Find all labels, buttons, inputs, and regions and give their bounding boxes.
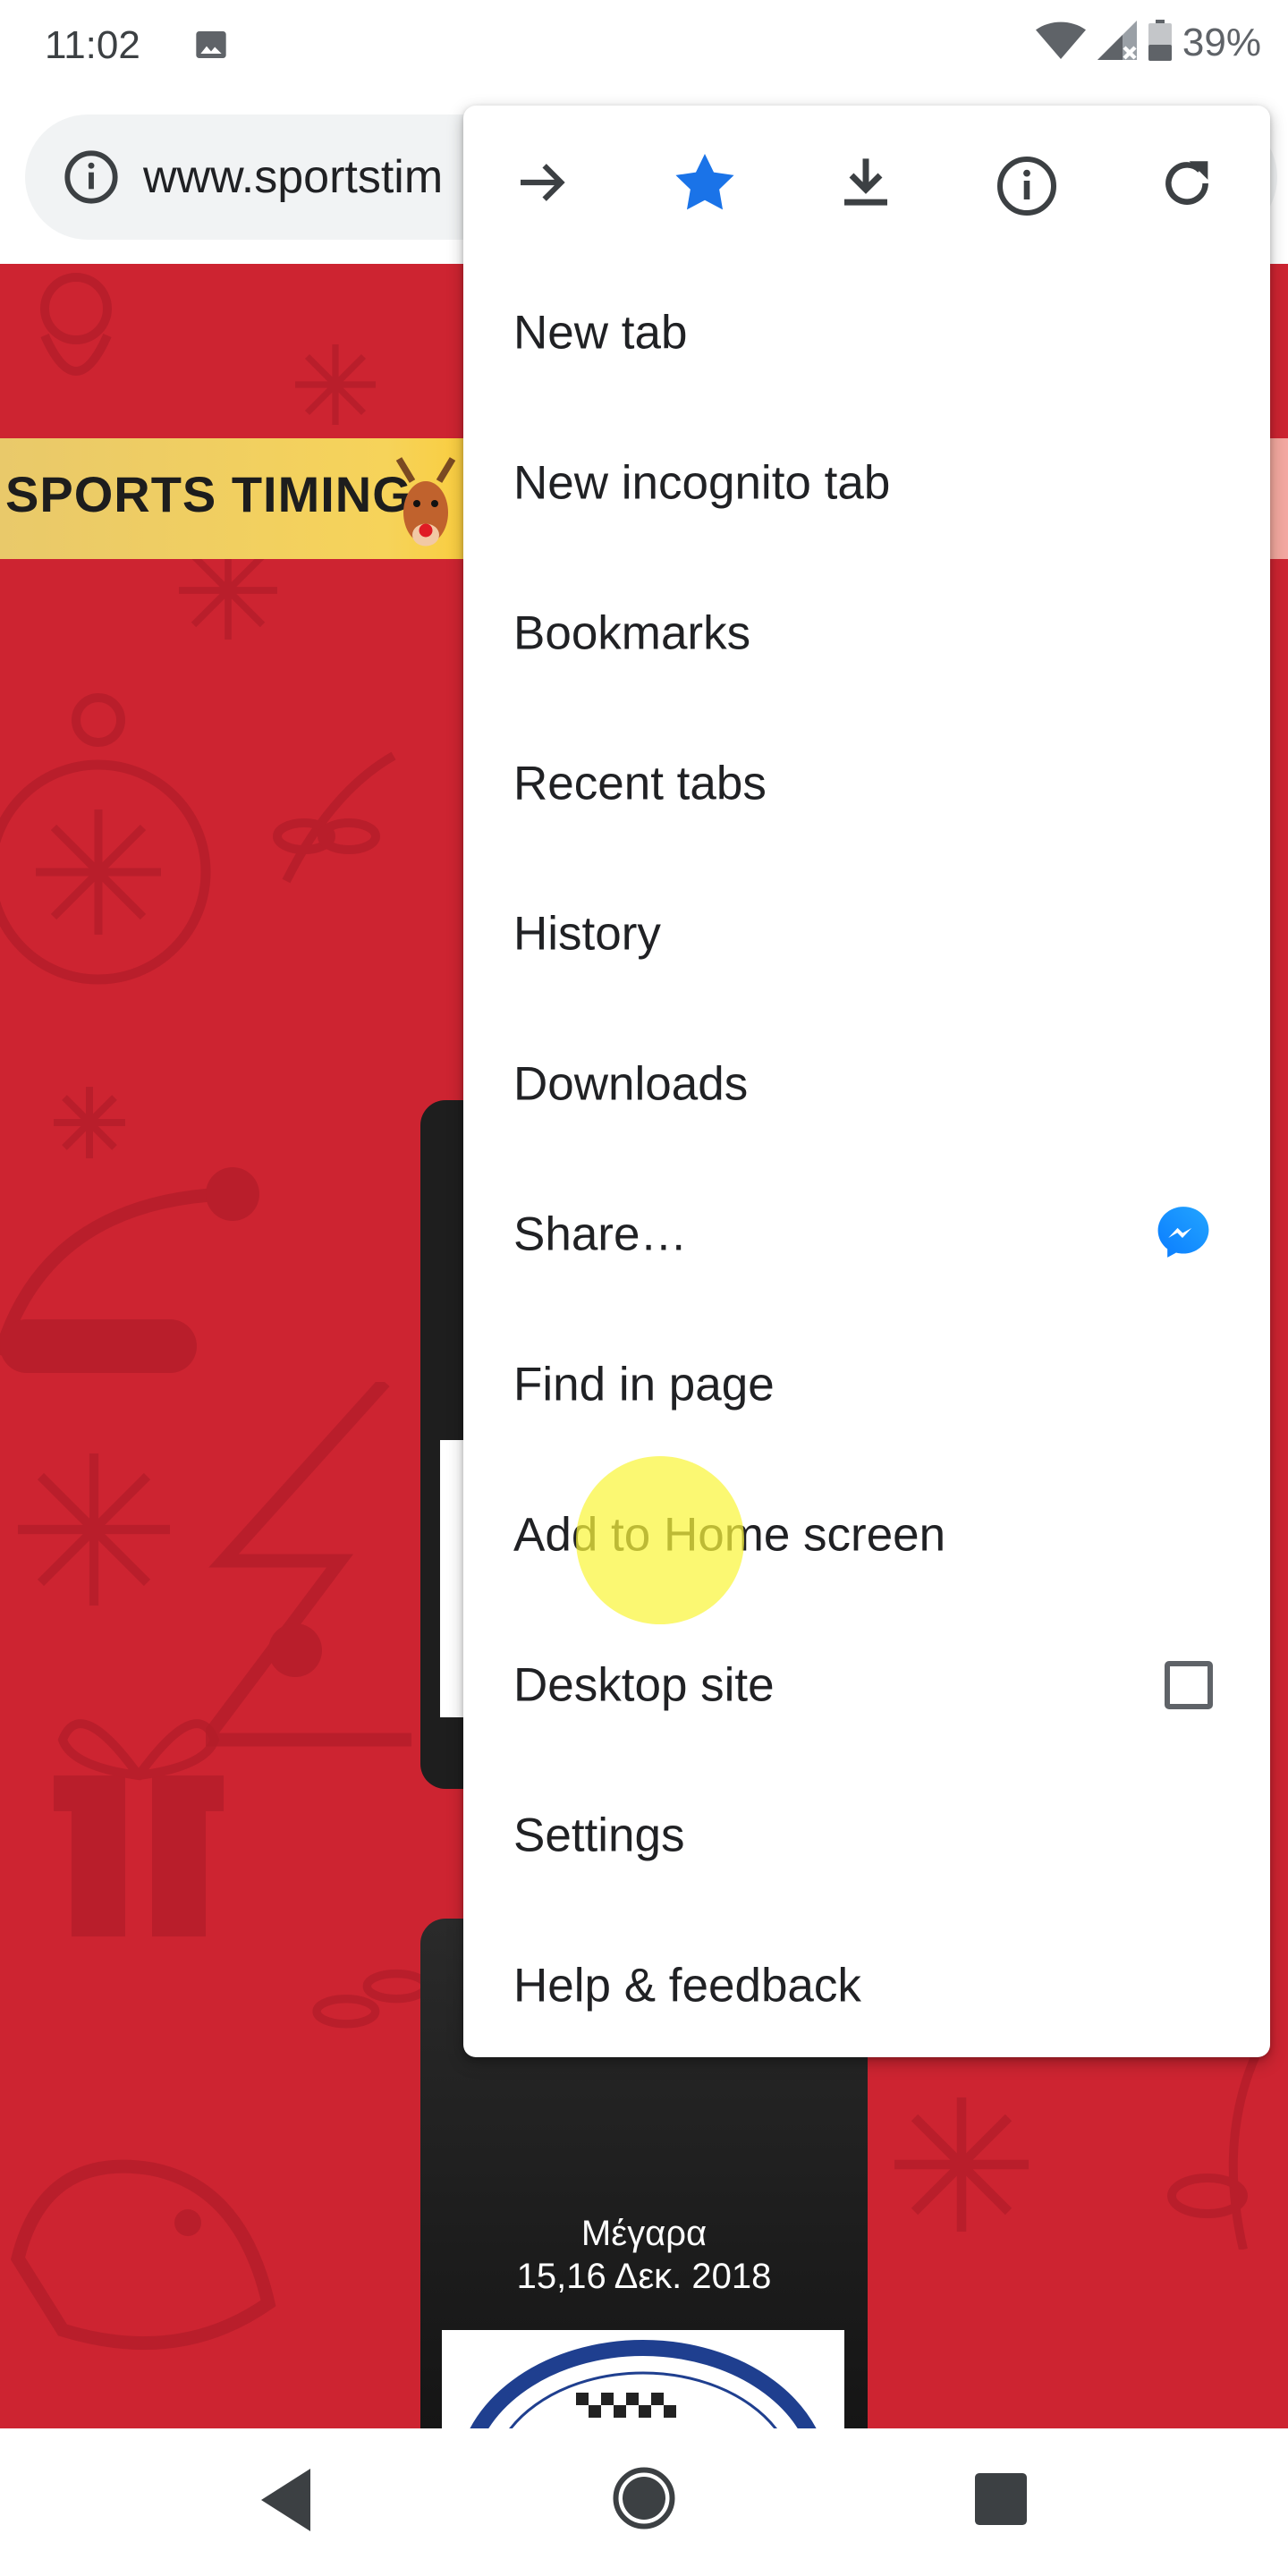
tree-decoration-icon: [192, 1377, 411, 1852]
menu-item-find-in-page[interactable]: Find in page: [463, 1309, 1270, 1460]
download-icon[interactable]: [837, 154, 894, 216]
menu-item-label: Downloads: [513, 1057, 749, 1111]
santa-hat-decoration-icon: [0, 1158, 268, 1377]
menu-item-add-to-home-screen[interactable]: Add to Home screen: [463, 1460, 1270, 1610]
event-date: 15,16 Δεκ. 2018: [516, 2257, 772, 2296]
messenger-icon[interactable]: [1156, 1205, 1211, 1265]
menu-item-label: History: [513, 907, 661, 961]
menu-item-label: Settings: [513, 1809, 685, 1862]
menu-item-desktop-site[interactable]: Desktop site: [463, 1610, 1270, 1760]
status-bar: 11:02 39%: [0, 0, 1288, 89]
forward-icon[interactable]: [513, 154, 571, 216]
home-nav-icon[interactable]: [612, 2466, 676, 2535]
mistletoe-decoration-icon: [1127, 2041, 1279, 2254]
status-indicators: 39%: [1035, 20, 1261, 65]
status-time: 11:02: [45, 23, 140, 67]
ornament-decoration-icon: [0, 693, 224, 1002]
menu-item-label: Bookmarks: [513, 606, 751, 660]
site-info-icon[interactable]: [63, 148, 120, 210]
menu-item-label: Desktop site: [513, 1658, 775, 1712]
browser-overflow-menu: New tab New incognito tab Bookmarks Rece…: [463, 106, 1270, 2057]
menu-item-label: Recent tabs: [513, 757, 767, 810]
snowflake-decoration-icon: [295, 344, 376, 429]
battery-percentage: 39%: [1182, 20, 1261, 64]
battery-icon: [1148, 20, 1172, 65]
menu-item-label: New incognito tab: [513, 456, 891, 510]
recents-nav-icon[interactable]: [975, 2473, 1027, 2529]
wifi-icon: [1035, 21, 1086, 64]
desktop-site-checkbox[interactable]: [1165, 1661, 1213, 1709]
url-text[interactable]: www.sportstim: [143, 150, 443, 204]
bookmark-star-icon[interactable]: [674, 154, 735, 216]
star-decoration-icon: [54, 1087, 125, 1163]
menu-item-recent-tabs[interactable]: Recent tabs: [463, 708, 1270, 859]
menu-item-label: Find in page: [513, 1358, 775, 1411]
reload-icon[interactable]: [1157, 154, 1216, 217]
menu-item-new-tab[interactable]: New tab: [463, 258, 1270, 408]
menu-item-bookmarks[interactable]: Bookmarks: [463, 558, 1270, 708]
reindeer-icon: [390, 454, 462, 557]
mistletoe-decoration-icon: [259, 747, 402, 894]
menu-item-downloads[interactable]: Downloads: [463, 1009, 1270, 1159]
menu-item-label: Share…: [513, 1208, 688, 1261]
menu-action-row: [463, 106, 1270, 258]
menu-item-label: Add to Home screen: [513, 1508, 946, 1562]
info-icon[interactable]: [995, 154, 1059, 223]
bird-decoration-icon: [0, 2124, 286, 2361]
mistletoe-decoration-icon: [304, 1928, 438, 2066]
site-logo-text: SPORTS TIMING: [5, 466, 412, 522]
system-navigation-bar: [0, 2428, 1288, 2576]
club-logo: [442, 2330, 844, 2428]
menu-item-label: Help & feedback: [513, 1959, 861, 2012]
menu-item-help-feedback[interactable]: Help & feedback: [463, 1911, 1270, 2061]
menu-item-settings[interactable]: Settings: [463, 1760, 1270, 1911]
event-location: Μέγαρα: [580, 2214, 708, 2253]
gingerbread-decoration-icon: [18, 273, 134, 411]
menu-item-share[interactable]: Share…: [463, 1159, 1270, 1309]
menu-item-new-incognito-tab[interactable]: New incognito tab: [463, 408, 1270, 558]
signal-icon: [1097, 21, 1138, 64]
snowflake-decoration-icon: [894, 2097, 1029, 2236]
snowflake-decoration-icon: [18, 1453, 170, 1610]
menu-item-label: New tab: [513, 306, 688, 360]
menu-item-history[interactable]: History: [463, 859, 1270, 1009]
image-notification-icon: [193, 27, 229, 67]
checkbox-box: [1165, 1661, 1213, 1709]
back-nav-icon[interactable]: [261, 2469, 315, 2536]
